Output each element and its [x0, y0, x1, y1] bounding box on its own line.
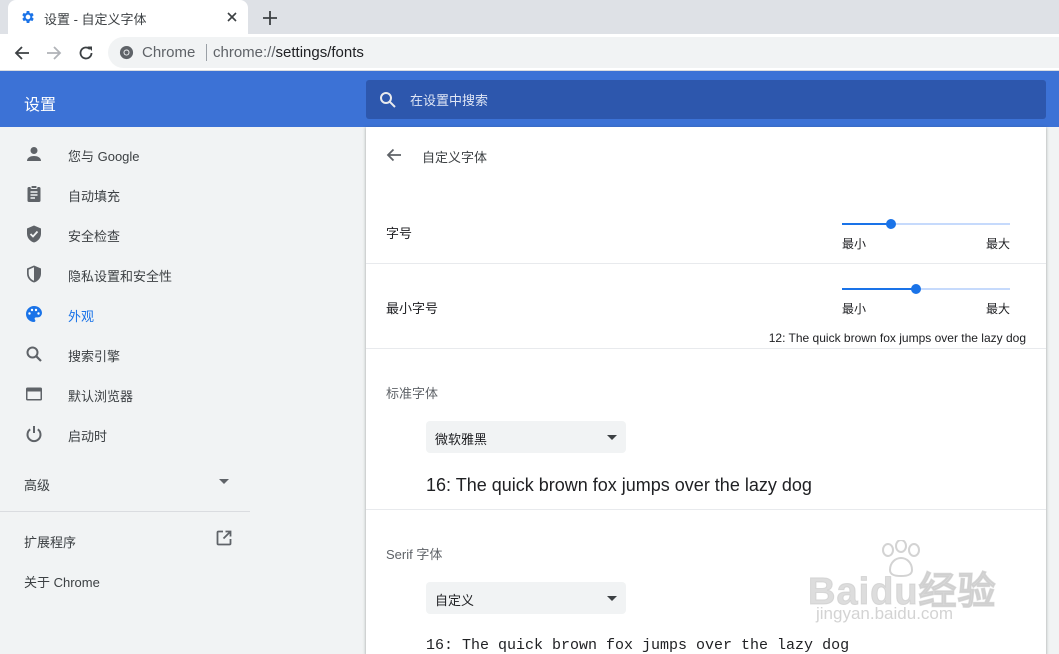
extensions-label: 扩展程序	[24, 535, 77, 550]
palette-icon	[26, 306, 42, 322]
sidebar-item-label: 默认浏览器	[68, 389, 134, 404]
sidebar-item-on-startup[interactable]: 启动时	[0, 416, 250, 452]
sidebar-item-label: 搜索引擎	[68, 349, 121, 364]
forward-button[interactable]	[41, 40, 67, 66]
arrow-left-icon	[14, 46, 29, 60]
select-value: 自定义	[435, 593, 475, 608]
sidebar-item-privacy[interactable]: 隐私设置和安全性	[0, 256, 250, 292]
page-title: 设置	[24, 97, 57, 114]
slider-knob[interactable]	[911, 284, 921, 294]
sidebar-item-advanced[interactable]: 高级	[0, 464, 250, 500]
omnibox-divider	[206, 44, 207, 61]
min-font-size-label: 最小字号	[386, 301, 439, 316]
slider-max-label: 最大	[985, 237, 1010, 251]
select-value: 微软雅黑	[435, 432, 488, 447]
standard-font-sample: 16: The quick brown fox jumps over the l…	[426, 475, 812, 495]
tab-title: 设置 - 自定义字体	[44, 12, 147, 27]
browser-icon	[26, 387, 42, 401]
baidu-watermark: Baidu经验 jingyan.baidu.com	[808, 540, 1018, 630]
sidebar-item-autofill[interactable]: 自动填充	[0, 176, 250, 212]
person-icon	[27, 147, 41, 161]
back-button[interactable]	[9, 40, 35, 66]
browser-toolbar: Chrome chrome://settings/fonts	[0, 34, 1059, 71]
sidebar-item-label: 外观	[68, 309, 95, 324]
sidebar-item-default-browser[interactable]: 默认浏览器	[0, 376, 250, 412]
slider-fill	[842, 223, 891, 225]
sidebar-divider	[0, 511, 250, 512]
slider-knob[interactable]	[886, 219, 896, 229]
sidebar-item-label: 您与 Google	[68, 149, 140, 164]
arrow-back-icon[interactable]	[384, 145, 404, 165]
url-text: chrome://settings/fonts	[213, 44, 364, 61]
sidebar-item-appearance[interactable]: 外观	[0, 296, 250, 332]
shield-icon	[27, 265, 41, 283]
dropdown-arrow-icon	[607, 596, 617, 601]
sidebar-item-about-chrome[interactable]: 关于 Chrome	[0, 561, 250, 597]
clipboard-icon	[27, 185, 41, 202]
serif-font-select[interactable]: 自定义	[426, 582, 626, 614]
tab-strip: 设置 - 自定义字体	[0, 0, 1059, 34]
sidebar-item-you-and-google[interactable]: 您与 Google	[0, 136, 250, 172]
divider	[366, 509, 1046, 510]
sidebar-item-search-engine[interactable]: 搜索引擎	[0, 336, 250, 372]
font-size-label: 字号	[386, 226, 413, 241]
browser-tab[interactable]: 设置 - 自定义字体	[8, 0, 248, 34]
min-font-size-slider[interactable]: 最小 最大	[842, 282, 1010, 316]
serif-font-label: Serif 字体	[386, 547, 443, 562]
search-icon	[26, 346, 42, 362]
search-input[interactable]	[410, 89, 1010, 111]
standard-font-select[interactable]: 微软雅黑	[426, 421, 626, 453]
reload-button[interactable]	[73, 40, 99, 66]
subpage-title: 自定义字体	[422, 150, 488, 165]
font-size-slider[interactable]: 最小 最大	[842, 217, 1010, 251]
slider-max-label: 最大	[985, 302, 1010, 316]
about-label: 关于 Chrome	[24, 575, 100, 590]
search-box[interactable]	[366, 80, 1046, 119]
sidebar-item-label: 隐私设置和安全性	[68, 269, 173, 284]
url-scheme: chrome://	[213, 44, 276, 61]
address-bar[interactable]: Chrome chrome://settings/fonts	[108, 37, 1059, 68]
gear-icon	[22, 11, 34, 23]
site-label: Chrome	[142, 44, 196, 61]
serif-font-sample: 16: The quick brown fox jumps over the l…	[426, 637, 850, 654]
arrow-right-icon	[47, 46, 62, 60]
min-font-sample: 12: The quick brown fox jumps over the l…	[768, 331, 1026, 345]
search-icon	[380, 92, 396, 108]
power-icon	[26, 426, 42, 443]
reload-icon	[79, 46, 93, 60]
open-in-new-icon	[216, 530, 232, 546]
shield-check-icon	[27, 225, 41, 243]
chevron-down-icon	[219, 479, 229, 484]
sidebar-item-label: 启动时	[68, 429, 108, 444]
standard-font-label: 标准字体	[386, 386, 439, 401]
sidebar: 您与 Google 自动填充 安全检查 隐私设置和安全性 外观 搜索引擎 默认浏…	[0, 127, 366, 654]
new-tab-button[interactable]	[258, 6, 282, 30]
slider-min-label: 最小	[842, 302, 867, 316]
watermark-url: jingyan.baidu.com	[816, 604, 954, 623]
sidebar-item-label: 安全检查	[68, 229, 121, 244]
divider	[366, 263, 1046, 264]
settings-header: 设置	[0, 71, 1059, 127]
sidebar-item-extensions[interactable]: 扩展程序	[0, 521, 250, 557]
url-path: settings/fonts	[275, 44, 364, 61]
chrome-logo-icon	[119, 45, 134, 60]
plus-icon	[263, 11, 277, 25]
sidebar-item-label: 自动填充	[68, 189, 121, 204]
close-icon[interactable]	[222, 7, 242, 27]
divider	[366, 348, 1046, 349]
dropdown-arrow-icon	[607, 435, 617, 440]
advanced-label: 高级	[24, 478, 51, 493]
slider-fill	[842, 288, 916, 290]
slider-min-label: 最小	[842, 237, 867, 251]
sidebar-item-safety-check[interactable]: 安全检查	[0, 216, 250, 252]
